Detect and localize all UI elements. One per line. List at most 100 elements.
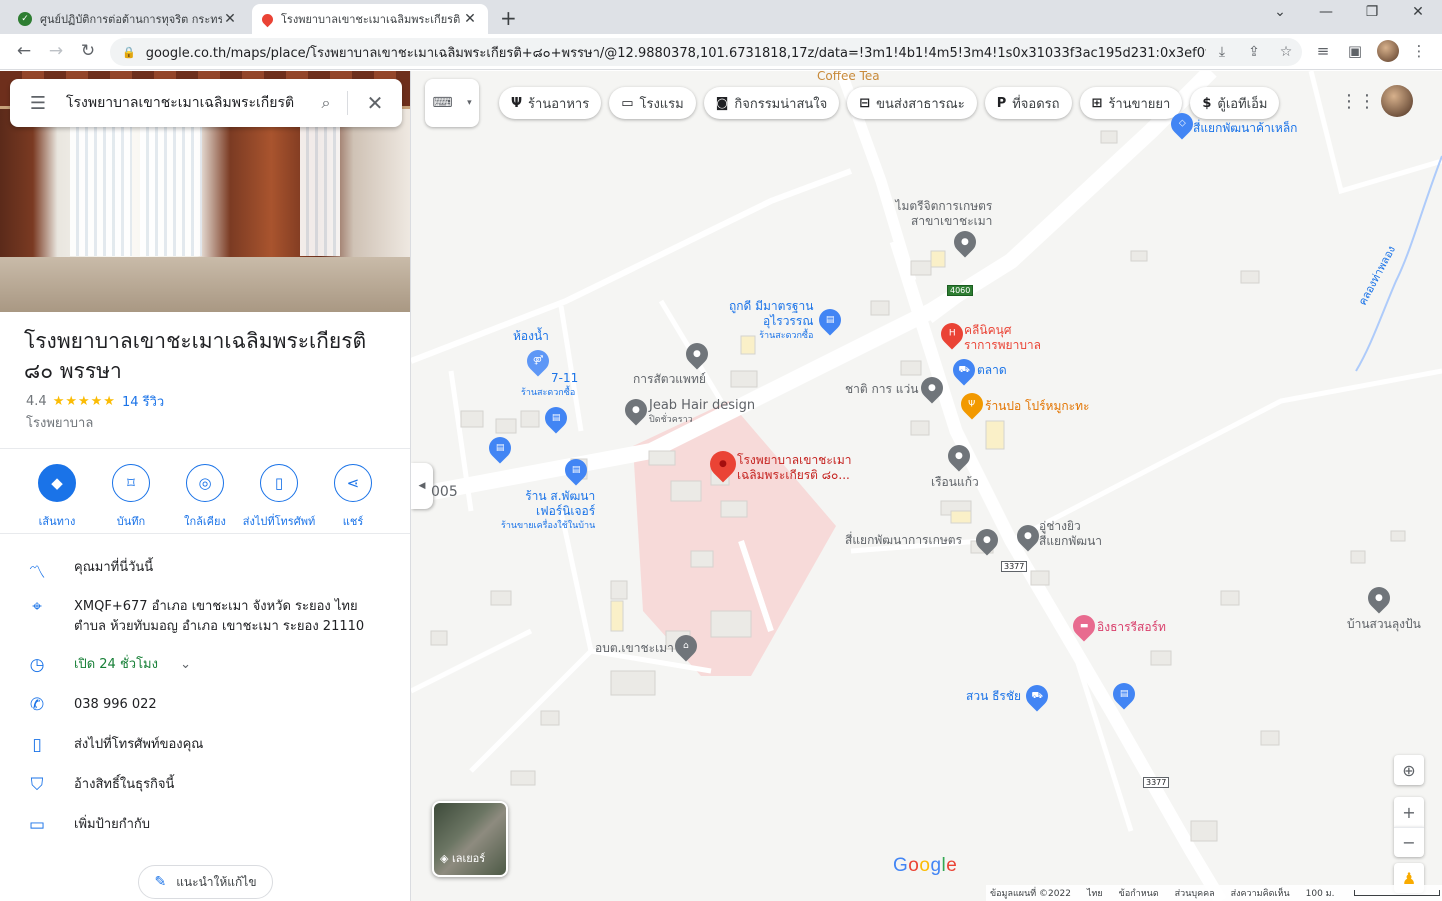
- map-label-maitri[interactable]: ไมตรีจิตการเกษตร สาขาเขาชะเมา: [883, 199, 992, 229]
- pin-dot-icon: ●: [961, 237, 969, 248]
- chip-hotel[interactable]: ▭ โรงแรม: [609, 87, 696, 119]
- install-icon[interactable]: ⤓: [1206, 44, 1238, 60]
- bookmark-star-icon[interactable]: ☆: [1270, 44, 1302, 60]
- claim-row[interactable]: ⛉ อ้างสิทธิ์ในธุรกิจนี้: [0, 775, 410, 795]
- new-tab-icon[interactable]: +: [500, 6, 517, 30]
- search-box[interactable]: ☰ โรงพยาบาลเขาชะเมาเฉลิมพระเกียรติ ⌕ ✕: [10, 79, 402, 127]
- map-label-garage[interactable]: อู่ช่างยิว สี่แยกพัฒนา: [1039, 519, 1102, 549]
- privacy-link[interactable]: ส่วนบุคคล: [1175, 886, 1215, 900]
- forward-icon[interactable]: →: [44, 41, 68, 61]
- chevron-down-icon[interactable]: ⌄: [180, 657, 191, 672]
- visited-row[interactable]: 〽 คุณมาที่นี่วันนี้: [0, 558, 410, 583]
- map-label-pork[interactable]: ร้านปอ โปร์หมูกะทะ: [985, 399, 1089, 414]
- share-page-icon[interactable]: ⇪: [1238, 44, 1270, 60]
- browser-tab-strip: ✓ ศูนย์ปฏิบัติการต่อต้านการทุจริต กระทรว…: [0, 0, 1442, 34]
- shop-icon: ▤: [551, 413, 561, 424]
- terms-link[interactable]: ข้อกำหนด: [1119, 886, 1159, 900]
- directions-button[interactable]: ◆ เส้นทาง: [20, 464, 94, 530]
- restore-icon[interactable]: ❐: [1352, 4, 1392, 20]
- menu-kebab-icon[interactable]: ⋮: [1408, 42, 1430, 60]
- map-label-orchard[interactable]: บ้านสวนลุงป้น: [1347, 617, 1421, 632]
- map-label-sigwat[interactable]: สี่แยกพัฒนาค้าเหล็ก: [1193, 121, 1297, 136]
- input-tools-button[interactable]: ⌨ ▾: [425, 79, 479, 127]
- map-label-furniture[interactable]: ร้าน ส.พัฒนา เฟอร์นิเจอร์ ร้านขายเครื่องใช…: [501, 489, 595, 534]
- map-label-resort[interactable]: อิงธารรีสอร์ท: [1097, 620, 1166, 635]
- account-avatar[interactable]: [1381, 85, 1413, 117]
- tab-search-icon[interactable]: ⌄: [1260, 4, 1300, 20]
- save-button[interactable]: ⌑ บันทึก: [94, 464, 168, 530]
- search-icon[interactable]: ⌕: [305, 93, 347, 113]
- close-tab-icon[interactable]: ✕: [222, 11, 238, 27]
- collapse-panel-button[interactable]: ◀: [411, 463, 433, 509]
- feedback-link[interactable]: ส่งความคิดเห็น: [1231, 886, 1290, 900]
- map-label-ruenkaew[interactable]: เรือนแก้ว: [931, 475, 979, 490]
- chip-parking[interactable]: P ที่จอดรถ: [984, 87, 1072, 119]
- close-tab-icon[interactable]: ✕: [462, 11, 478, 27]
- reviews-link[interactable]: 14 รีวิว: [122, 391, 164, 412]
- action-label: ส่งไปที่โทรศัพท์: [242, 515, 316, 528]
- map-label-vet[interactable]: การสัตวแพทย์: [633, 372, 706, 387]
- browser-toolbar: ← → ↻ 🔒 google.co.th/maps/place/โรงพยาบา…: [0, 34, 1442, 70]
- language-link[interactable]: ไทย: [1087, 886, 1103, 900]
- suggest-edit-button[interactable]: ✎ แนะนำให้แก้ไข: [138, 865, 273, 899]
- hours-row[interactable]: ◷ เปิด 24 ชั่วโมง ⌄: [0, 655, 410, 675]
- map-label-chati[interactable]: ชาติ การ แว่น: [845, 382, 918, 397]
- zoom-out-button[interactable]: −: [1394, 827, 1424, 857]
- nearby-button[interactable]: ◎ ใกล้เคียง: [168, 464, 242, 530]
- map-label-agri[interactable]: สี่แยกพัฒนาการเกษตร: [845, 533, 962, 548]
- pin-dot-icon: ●: [632, 405, 640, 416]
- send-to-phone-button[interactable]: ▯ ส่งไปที่โทรศัพท์: [242, 464, 316, 530]
- chip-atm[interactable]: $ ตู้เอทีเอ็ม: [1190, 87, 1280, 119]
- profile-avatar[interactable]: [1377, 40, 1399, 62]
- label-line: 7-11: [551, 371, 579, 385]
- map-label-hospital[interactable]: โรงพยาบาลเขาชะเมา เฉลิมพระเกียรติ ๘๐...: [737, 453, 852, 483]
- map-label-jeab[interactable]: Jeab Hair design ปิดชั่วคราว: [649, 398, 755, 428]
- map-label-thukdee[interactable]: ถูกดี มีมาตรฐาน อุไรวรรณ ร้านสะดวกซื้อ: [727, 299, 814, 344]
- chip-restaurant[interactable]: Ψ ร้านอาหาร: [499, 87, 602, 119]
- phone-row[interactable]: ✆ 038 996 022: [0, 695, 410, 715]
- map-label-restroom[interactable]: ห้องน้ำ: [513, 329, 549, 344]
- map-label-market[interactable]: ตลาด: [977, 363, 1007, 378]
- map-label-suanthira[interactable]: สวน ธีรชัย: [966, 689, 1021, 704]
- layers-button[interactable]: ◈ เลเยอร์: [432, 801, 508, 877]
- clear-search-icon[interactable]: ✕: [348, 91, 402, 115]
- map-label-sao[interactable]: อบต.เขาชะเมา: [595, 641, 674, 656]
- send-to-phone-icon: ▯: [32, 735, 42, 755]
- caret-down-icon: ▾: [467, 98, 472, 108]
- map-canvas[interactable]: ⌨ ▾ Ψ ร้านอาหาร ▭ โรงแรม ◙ กิจกรรมน่าสนใจ ⊟ ข…: [411, 71, 1442, 901]
- address-row[interactable]: ⌖ XMQF+677 อำเภอ เขาชะเมา จังหวัด ระยอง …: [0, 597, 410, 637]
- reload-icon[interactable]: ↻: [76, 41, 100, 61]
- chip-attractions[interactable]: ◙ กิจกรรมน่าสนใจ: [703, 87, 840, 119]
- side-panel-icon[interactable]: ▣: [1344, 42, 1366, 60]
- share-button[interactable]: ⋖ แชร์: [316, 464, 390, 530]
- hamburger-menu-icon[interactable]: ☰: [10, 93, 66, 114]
- layers-text: เลเยอร์: [451, 852, 486, 865]
- back-icon[interactable]: ←: [12, 41, 36, 61]
- minor-road: [1308, 71, 1442, 195]
- map-label-711[interactable]: 7-11 ร้านสะดวกซื้อ: [521, 371, 579, 401]
- my-location-button[interactable]: ⊕: [1394, 755, 1424, 785]
- chip-pharmacy[interactable]: ⊞ ร้านขายยา: [1079, 87, 1183, 119]
- close-window-icon[interactable]: ✕: [1398, 4, 1438, 20]
- browser-tab-active[interactable]: โรงพยาบาลเขาชะเมาเฉลิมพระเกียรติ ๘ ✕: [252, 4, 488, 34]
- minimize-icon[interactable]: —: [1306, 4, 1346, 20]
- reading-list-icon[interactable]: ≡: [1312, 42, 1334, 60]
- place-category[interactable]: โรงพยาบาล: [26, 412, 93, 433]
- map-label-coffee[interactable]: Coffee Tea: [817, 71, 880, 84]
- action-label: ใกล้เคียง: [184, 515, 226, 528]
- scale-indicator[interactable]: 100 ม.: [1306, 886, 1442, 900]
- chip-transit[interactable]: ⊟ ขนส่งสาธารณะ: [847, 87, 977, 119]
- pencil-icon: ✎: [154, 874, 167, 890]
- route-shield-3377: 3377: [1001, 561, 1028, 572]
- address-bar[interactable]: 🔒 google.co.th/maps/place/โรงพยาบาลเขาชะ…: [110, 38, 1302, 66]
- label-sub: ปิดชั่วคราว: [649, 415, 693, 425]
- zoom-in-button[interactable]: +: [1394, 797, 1424, 827]
- browser-tab[interactable]: ✓ ศูนย์ปฏิบัติการต่อต้านการทุจริต กระทรว…: [8, 4, 248, 34]
- label-sub: ร้านขายเครื่องใช้ในบ้าน: [501, 521, 596, 531]
- crosshair-icon: ⊕: [1402, 760, 1416, 780]
- label-row[interactable]: ▭ เพิ่มป้ายกำกับ: [0, 815, 410, 835]
- map-label-clinic[interactable]: คลีนิคนุศ ราการพยาบาล: [964, 323, 1041, 353]
- search-input[interactable]: โรงพยาบาลเขาชะเมาเฉลิมพระเกียรติ: [66, 92, 305, 114]
- pin-dot-icon: ●: [1024, 531, 1032, 542]
- send-phone-row[interactable]: ▯ ส่งไปที่โทรศัพท์ของคุณ: [0, 735, 410, 755]
